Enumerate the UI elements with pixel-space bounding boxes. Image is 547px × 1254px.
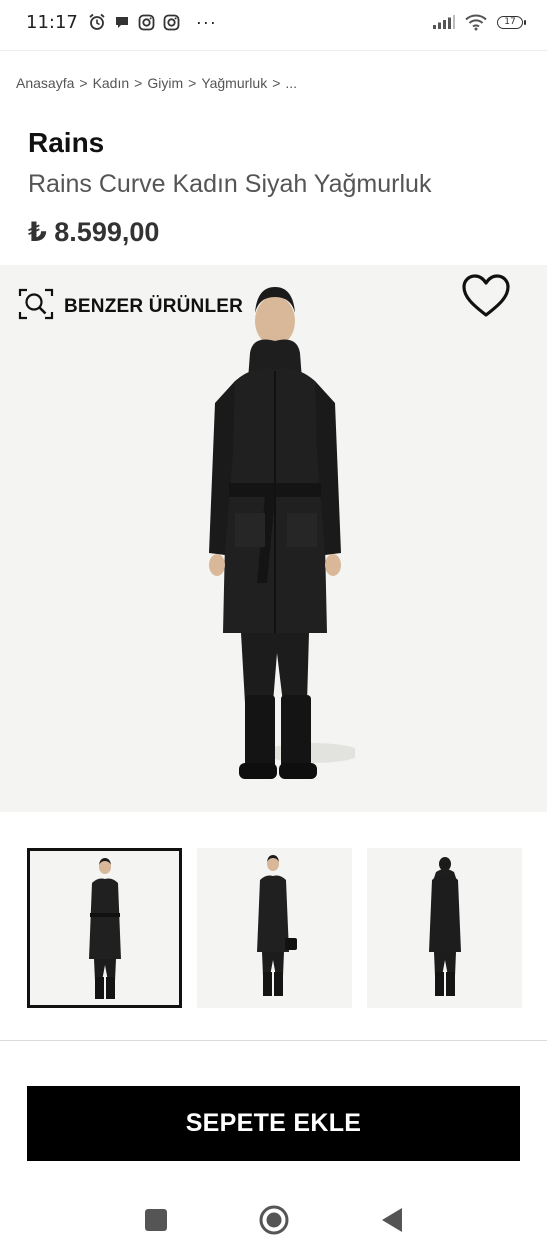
signal-icon [433, 15, 455, 29]
heart-icon [461, 274, 511, 323]
model-illustration [195, 283, 361, 798]
thumbnail-strip [27, 848, 522, 1008]
instagram-icon [138, 14, 155, 31]
thumbnail-front-bag[interactable] [197, 848, 352, 1008]
battery-indicator: 17 [497, 15, 526, 29]
breadcrumb-item-kadin[interactable]: Kadın [93, 75, 130, 91]
square-icon[interactable] [144, 1208, 168, 1237]
product-image-main[interactable]: BENZER ÜRÜNLER [0, 265, 547, 812]
wifi-icon [465, 14, 487, 31]
section-divider [0, 1040, 547, 1041]
favorite-button[interactable] [461, 273, 511, 324]
product-price: ₺ 8.599,00 [28, 217, 160, 247]
status-bar: 11:17 ··· 17 [0, 0, 547, 44]
status-bar-right: 17 [433, 14, 526, 31]
more-notifications-icon: ··· [195, 11, 217, 32]
status-time: 11:17 [26, 11, 78, 33]
breadcrumb-separator: > [79, 75, 88, 91]
alarm-icon [88, 13, 106, 31]
breadcrumb-item-giyim[interactable]: Giyim [147, 75, 183, 91]
add-to-cart-button[interactable]: SEPETE EKLE [27, 1086, 520, 1161]
thumbnail-back[interactable] [367, 848, 522, 1008]
product-brand[interactable]: Rains [28, 127, 104, 159]
triangle-back-icon[interactable] [380, 1207, 404, 1238]
breadcrumb-item-anasayfa[interactable]: Anasayfa [16, 75, 74, 91]
instagram-icon [163, 14, 180, 31]
breadcrumb-separator: > [188, 75, 197, 91]
breadcrumb-item-current: ... [285, 75, 298, 91]
breadcrumb-separator: > [134, 75, 143, 91]
circle-icon[interactable] [258, 1204, 290, 1241]
thumbnail-front[interactable] [27, 848, 182, 1008]
header-divider [0, 50, 547, 51]
visual-search-icon [18, 287, 54, 326]
product-name: Rains Curve Kadın Siyah Yağmurluk [28, 170, 432, 198]
breadcrumb: Anasayfa > Kadın > Giyim > Yağmurluk > .… [16, 75, 297, 91]
chat-bubble-icon [114, 14, 130, 30]
status-bar-left: 11:17 ··· [26, 12, 217, 33]
breadcrumb-separator: > [272, 75, 281, 91]
breadcrumb-item-yagmurluk[interactable]: Yağmurluk [201, 75, 267, 91]
system-nav-bar [0, 1190, 547, 1254]
